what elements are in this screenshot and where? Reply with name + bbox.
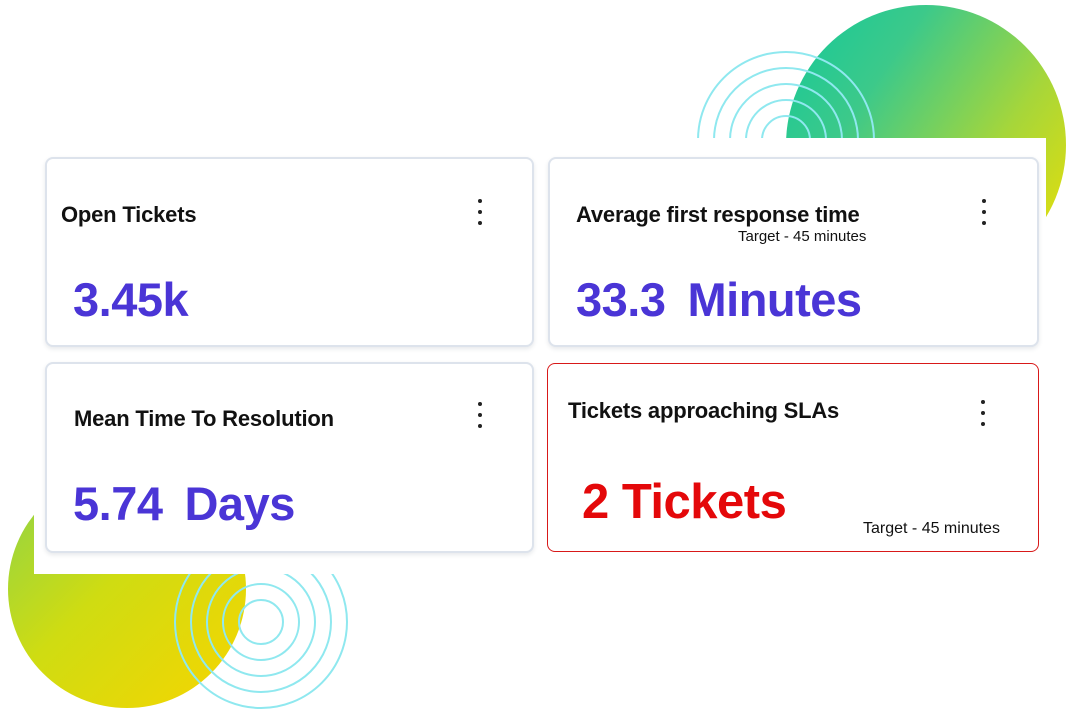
value-unit: Days xyxy=(184,477,295,530)
resolution-time-value: 5.74 Days xyxy=(73,476,295,531)
mean-time-to-resolution-card: Mean Time To Resolution 5.74 Days xyxy=(45,362,534,553)
kebab-menu-icon[interactable] xyxy=(468,400,492,430)
target-label: Target - 45 minutes xyxy=(738,228,867,245)
tickets-approaching-slas-card: Tickets approaching SLAs 2 Tickets Targe… xyxy=(547,363,1039,552)
open-tickets-value: 3.45k xyxy=(73,273,189,326)
card-title: Average first response time xyxy=(576,202,860,227)
kebab-menu-icon[interactable] xyxy=(972,197,996,227)
open-tickets-card: Open Tickets 3.45k xyxy=(45,157,534,347)
card-title: Tickets approaching SLAs xyxy=(568,398,840,423)
kebab-menu-icon[interactable] xyxy=(971,398,995,428)
card-title: Open Tickets xyxy=(61,202,197,227)
value-number: 33.3 xyxy=(576,273,666,326)
decorative-rings-top-right xyxy=(697,51,875,150)
kebab-menu-icon[interactable] xyxy=(468,197,492,227)
value-number: 5.74 xyxy=(73,477,163,530)
target-label: Target - 45 minutes xyxy=(863,520,1000,537)
value-unit: Minutes xyxy=(687,273,862,326)
sla-tickets-value: 2 Tickets xyxy=(582,475,787,529)
average-first-response-card: Average first response time Target - 45 … xyxy=(548,157,1039,347)
card-title: Mean Time To Resolution xyxy=(74,406,334,431)
response-time-value: 33.3 Minutes xyxy=(576,272,862,327)
